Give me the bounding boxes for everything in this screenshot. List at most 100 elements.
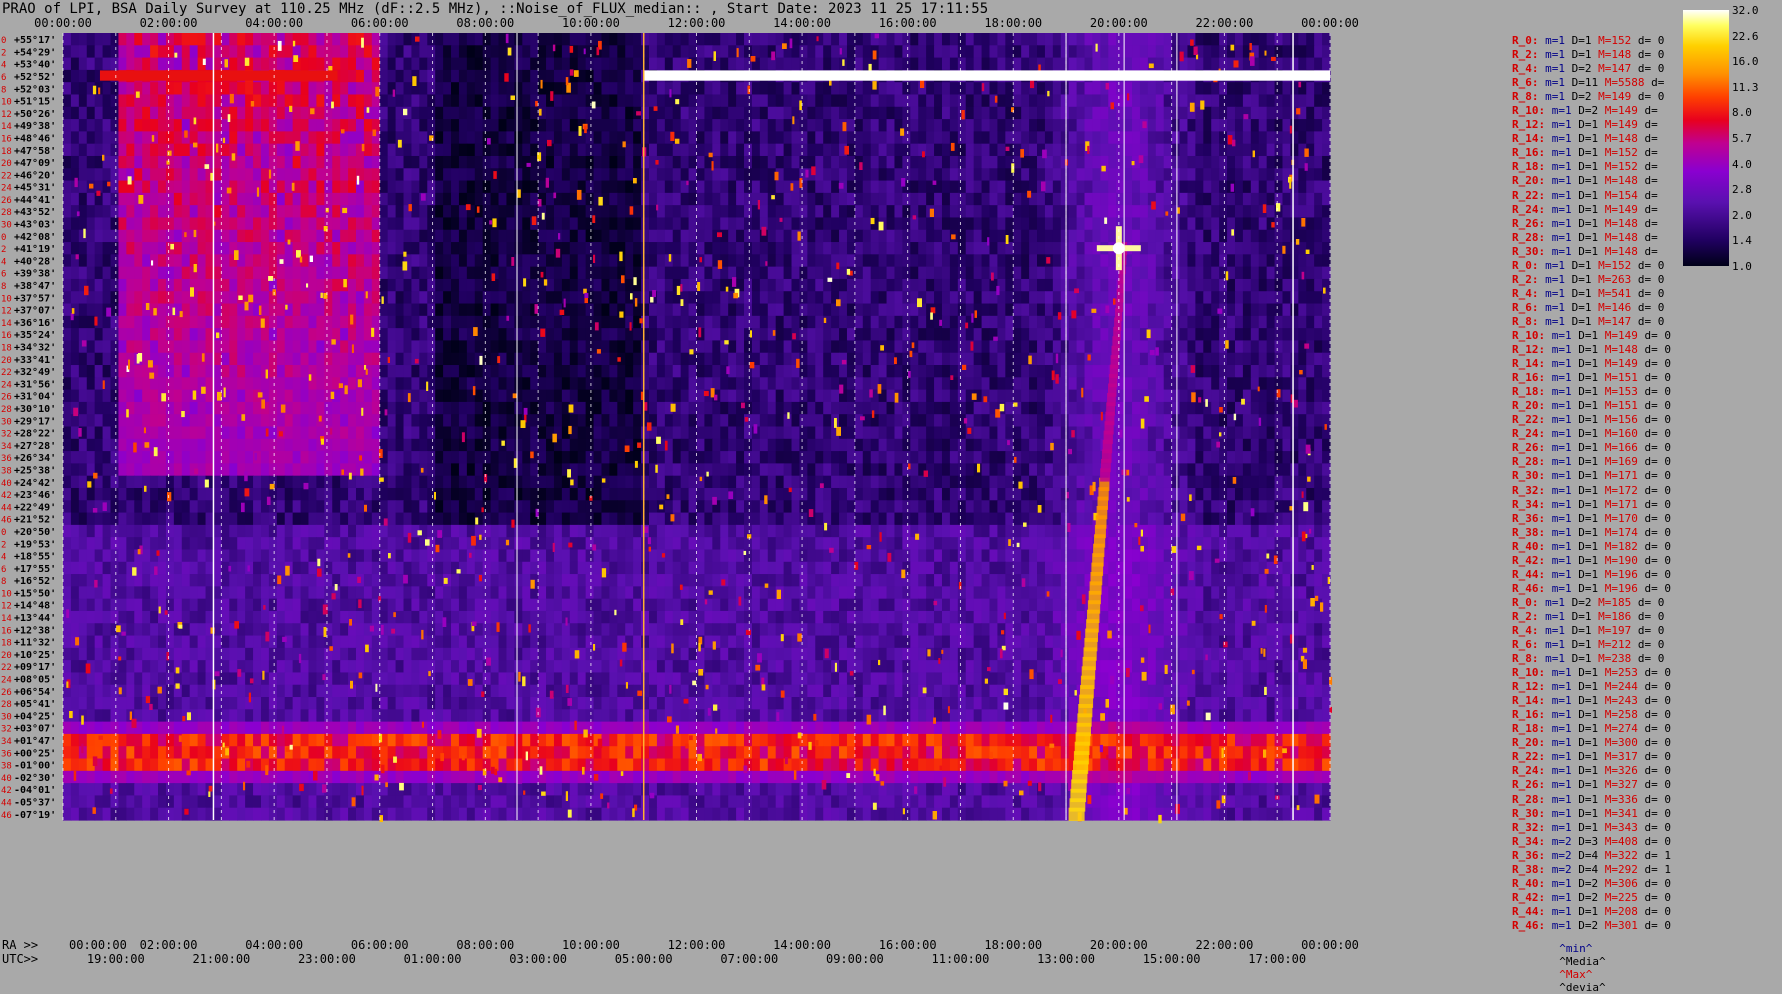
heatmap-cell <box>458 33 468 46</box>
heatmap-cell <box>1044 192 1054 206</box>
heatmap-cell <box>292 278 302 292</box>
heatmap-cell <box>648 377 658 391</box>
heatmap-cell <box>1179 315 1189 329</box>
heatmap-cell <box>720 205 729 219</box>
heatmap-cell <box>1242 94 1252 108</box>
heatmap-cell <box>316 94 325 108</box>
heatmap-cell <box>934 291 943 305</box>
heatmap-cell <box>126 217 135 231</box>
heatmap-cell <box>292 315 302 329</box>
heatmap-cell <box>102 254 112 268</box>
heatmap-cell <box>1314 131 1323 145</box>
heatmap-cell <box>728 57 737 71</box>
heatmap-cell <box>276 352 286 366</box>
heatmap-cell <box>767 242 777 255</box>
heatmap-cell <box>221 401 230 415</box>
heatmap-cell <box>1029 340 1038 354</box>
heatmap-cell <box>1005 119 1014 132</box>
heatmap-cell <box>1298 131 1307 145</box>
heatmap-cell <box>823 33 832 46</box>
heatmap-cell <box>1163 315 1173 329</box>
heatmap-cell <box>561 315 571 329</box>
heatmap-cell <box>1029 33 1038 46</box>
heatmap-cell <box>1171 266 1181 280</box>
heatmap-cell <box>609 242 618 255</box>
heatmap-cell <box>910 328 919 342</box>
heatmap-cell <box>403 365 413 378</box>
heatmap-cell <box>292 119 302 132</box>
heatmap-cell <box>561 242 571 255</box>
heatmap-cell <box>276 205 286 219</box>
heatmap-cell <box>387 131 397 145</box>
heatmap-cell <box>126 266 135 280</box>
heatmap-cell <box>648 352 658 366</box>
heatmap-cell <box>490 205 500 219</box>
heatmap-cell <box>1068 57 1078 71</box>
heatmap-cell <box>435 340 444 354</box>
heatmap-cell <box>1005 303 1014 317</box>
heatmap-cell <box>150 377 159 391</box>
heatmap-cell <box>1274 143 1284 157</box>
heatmap-cell <box>1100 278 1109 292</box>
heatmap-cell <box>300 229 310 243</box>
heatmap-cell <box>1179 229 1189 243</box>
heatmap-cell <box>379 119 389 132</box>
heatmap-cell <box>1203 94 1212 108</box>
heatmap-cell <box>728 242 737 255</box>
heatmap-cell <box>1068 229 1078 243</box>
heatmap-cell <box>181 57 191 71</box>
heatmap-cell <box>1068 340 1078 354</box>
heatmap-cell <box>759 94 769 108</box>
heatmap-cell <box>490 328 500 342</box>
heatmap-cell <box>894 291 903 305</box>
heatmap-cell <box>680 168 690 182</box>
heatmap-cell <box>546 57 555 71</box>
heatmap-cell <box>1116 45 1125 59</box>
heatmap-cell <box>348 143 357 157</box>
heatmap-cell <box>1044 33 1054 46</box>
heatmap-cell <box>268 143 278 157</box>
heatmap-cell <box>197 242 207 255</box>
heatmap-cell <box>553 205 563 219</box>
heatmap-cell <box>577 365 587 378</box>
heatmap-cell <box>387 365 397 378</box>
heatmap-cell <box>1211 168 1220 182</box>
heatmap-cell <box>965 82 975 96</box>
heatmap-cell <box>158 143 167 157</box>
heatmap-cell <box>625 340 634 354</box>
heatmap-cell <box>989 119 999 132</box>
heatmap-cell <box>498 303 508 317</box>
heatmap-cell <box>1052 94 1062 108</box>
heatmap-cell <box>1132 119 1141 132</box>
heatmap-cell <box>902 401 911 415</box>
heatmap-cell <box>316 143 325 157</box>
heatmap-cell <box>260 303 270 317</box>
heatmap-cell <box>276 168 286 182</box>
heatmap-cell <box>1171 328 1181 342</box>
heatmap-cell <box>553 328 563 342</box>
heatmap-cell <box>878 291 888 305</box>
heatmap-cell <box>292 94 302 108</box>
heatmap-cell <box>1187 180 1196 194</box>
heatmap-cell <box>284 389 294 403</box>
heatmap-cell <box>1060 377 1070 391</box>
heatmap-cell <box>648 401 658 415</box>
heatmap-cell <box>973 45 983 59</box>
heatmap-cell <box>1037 291 1046 305</box>
heatmap-cell <box>648 365 658 378</box>
heatmap-cell <box>260 377 270 391</box>
heatmap-cell <box>189 377 199 391</box>
heatmap-cell <box>332 82 341 96</box>
heatmap-cell <box>759 266 769 280</box>
heatmap-cell <box>1163 94 1173 108</box>
heatmap-cell <box>1147 291 1157 305</box>
heatmap-cell <box>902 205 911 219</box>
heatmap-cell <box>878 143 888 157</box>
heatmap-cell <box>688 131 698 145</box>
heatmap-cell <box>1322 340 1331 354</box>
heatmap-cell <box>300 106 310 120</box>
heatmap-cell <box>316 168 325 182</box>
heatmap-cell <box>1179 33 1189 46</box>
heatmap-cell <box>181 192 191 206</box>
heatmap-cell <box>451 217 460 231</box>
